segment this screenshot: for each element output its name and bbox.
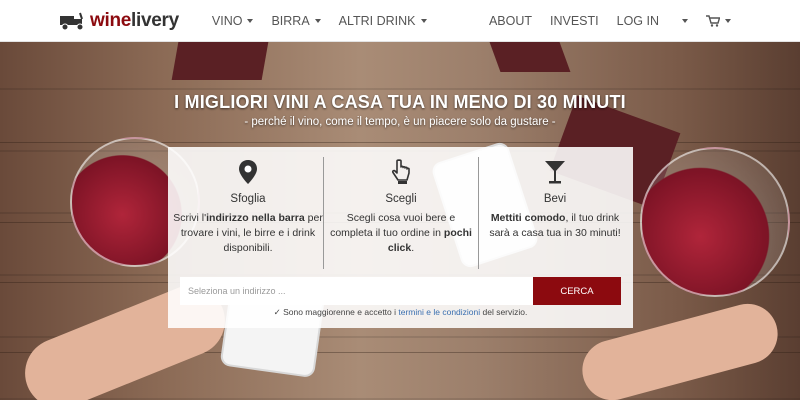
terms-link[interactable]: termini: [398, 307, 424, 317]
step-description: Mettiti comodo, il tuo drink sarà a casa…: [489, 212, 621, 239]
secondary-nav: ABOUT INVESTI LOG IN: [480, 0, 740, 42]
napkin-decoration: [171, 42, 269, 80]
hero-headline: I MIGLIORI VINI A CASA TUA IN MENO DI 30…: [174, 92, 626, 112]
caret-down-icon: [247, 18, 254, 23]
brand-name: winelivery: [90, 9, 179, 31]
address-input[interactable]: [180, 277, 533, 305]
step-bevi: Bevi Mettiti comodo, il tuo drink sarà a…: [480, 159, 630, 241]
step-scegli: Scegli Scegli cosa vuoi bere e completa …: [326, 159, 476, 256]
cocktail-glass-icon: [545, 161, 565, 184]
hero-subline: - perché il vino, come il tempo, è un pi…: [244, 116, 556, 128]
nav-vino[interactable]: VINO: [203, 0, 263, 42]
language-dropdown[interactable]: [668, 0, 697, 42]
napkin-decoration: [489, 42, 571, 72]
step-sfoglia: Sfoglia Scrivi l'indirizzo nella barra p…: [173, 159, 323, 256]
divider: [323, 157, 324, 269]
search-button[interactable]: CERCA: [533, 277, 621, 305]
map-marker-icon: [239, 160, 257, 184]
main-nav: VINO BIRRA ALTRI DRINK: [203, 0, 436, 42]
nav-altri-drink[interactable]: ALTRI DRINK: [330, 0, 436, 42]
step-title: Bevi: [543, 193, 567, 205]
nav-vino-label: VINO: [211, 13, 243, 28]
nav-altri-drink-label: ALTRI DRINK: [338, 13, 416, 28]
caret-down-icon: [682, 18, 688, 23]
wine-glass-right: [640, 147, 790, 297]
caret-down-icon: [725, 18, 731, 23]
caret-down-icon: [314, 18, 321, 23]
nav-login[interactable]: LOG IN: [608, 0, 668, 42]
address-search: CERCA: [180, 277, 621, 305]
terms-connector[interactable]: e: [424, 307, 433, 317]
nav-birra-label: BIRRA: [271, 13, 310, 28]
delivery-scooter-icon: [60, 12, 84, 30]
caret-down-icon: [420, 18, 427, 23]
divider: [478, 157, 479, 269]
navbar: winelivery VINO BIRRA ALTRI DRINK ABOUT …: [0, 0, 800, 42]
nav-investi[interactable]: INVESTI: [541, 0, 608, 42]
terms-notice: ✓ Sono maggiorenne e accetto i termini e…: [168, 307, 633, 318]
cart-dropdown[interactable]: [697, 0, 740, 42]
step-description: Scrivi l'indirizzo nella barra per trova…: [173, 212, 323, 254]
step-title: Sfoglia: [230, 193, 266, 205]
pointer-hand-icon: [391, 159, 410, 184]
step-description: Scegli cosa vuoi bere e completa il tuo …: [330, 212, 472, 254]
brand-logo[interactable]: winelivery: [58, 0, 179, 42]
step-title: Scegli: [385, 193, 417, 205]
nav-about[interactable]: ABOUT: [480, 0, 541, 42]
terms-prefix: ✓ Sono maggiorenne e accetto i: [273, 307, 399, 317]
conditions-link[interactable]: le condizioni: [433, 307, 480, 317]
terms-suffix: del servizio.: [480, 307, 528, 317]
nav-birra[interactable]: BIRRA: [262, 0, 329, 42]
cart-icon: [706, 14, 720, 27]
steps-panel: Sfoglia Scrivi l'indirizzo nella barra p…: [168, 147, 633, 328]
